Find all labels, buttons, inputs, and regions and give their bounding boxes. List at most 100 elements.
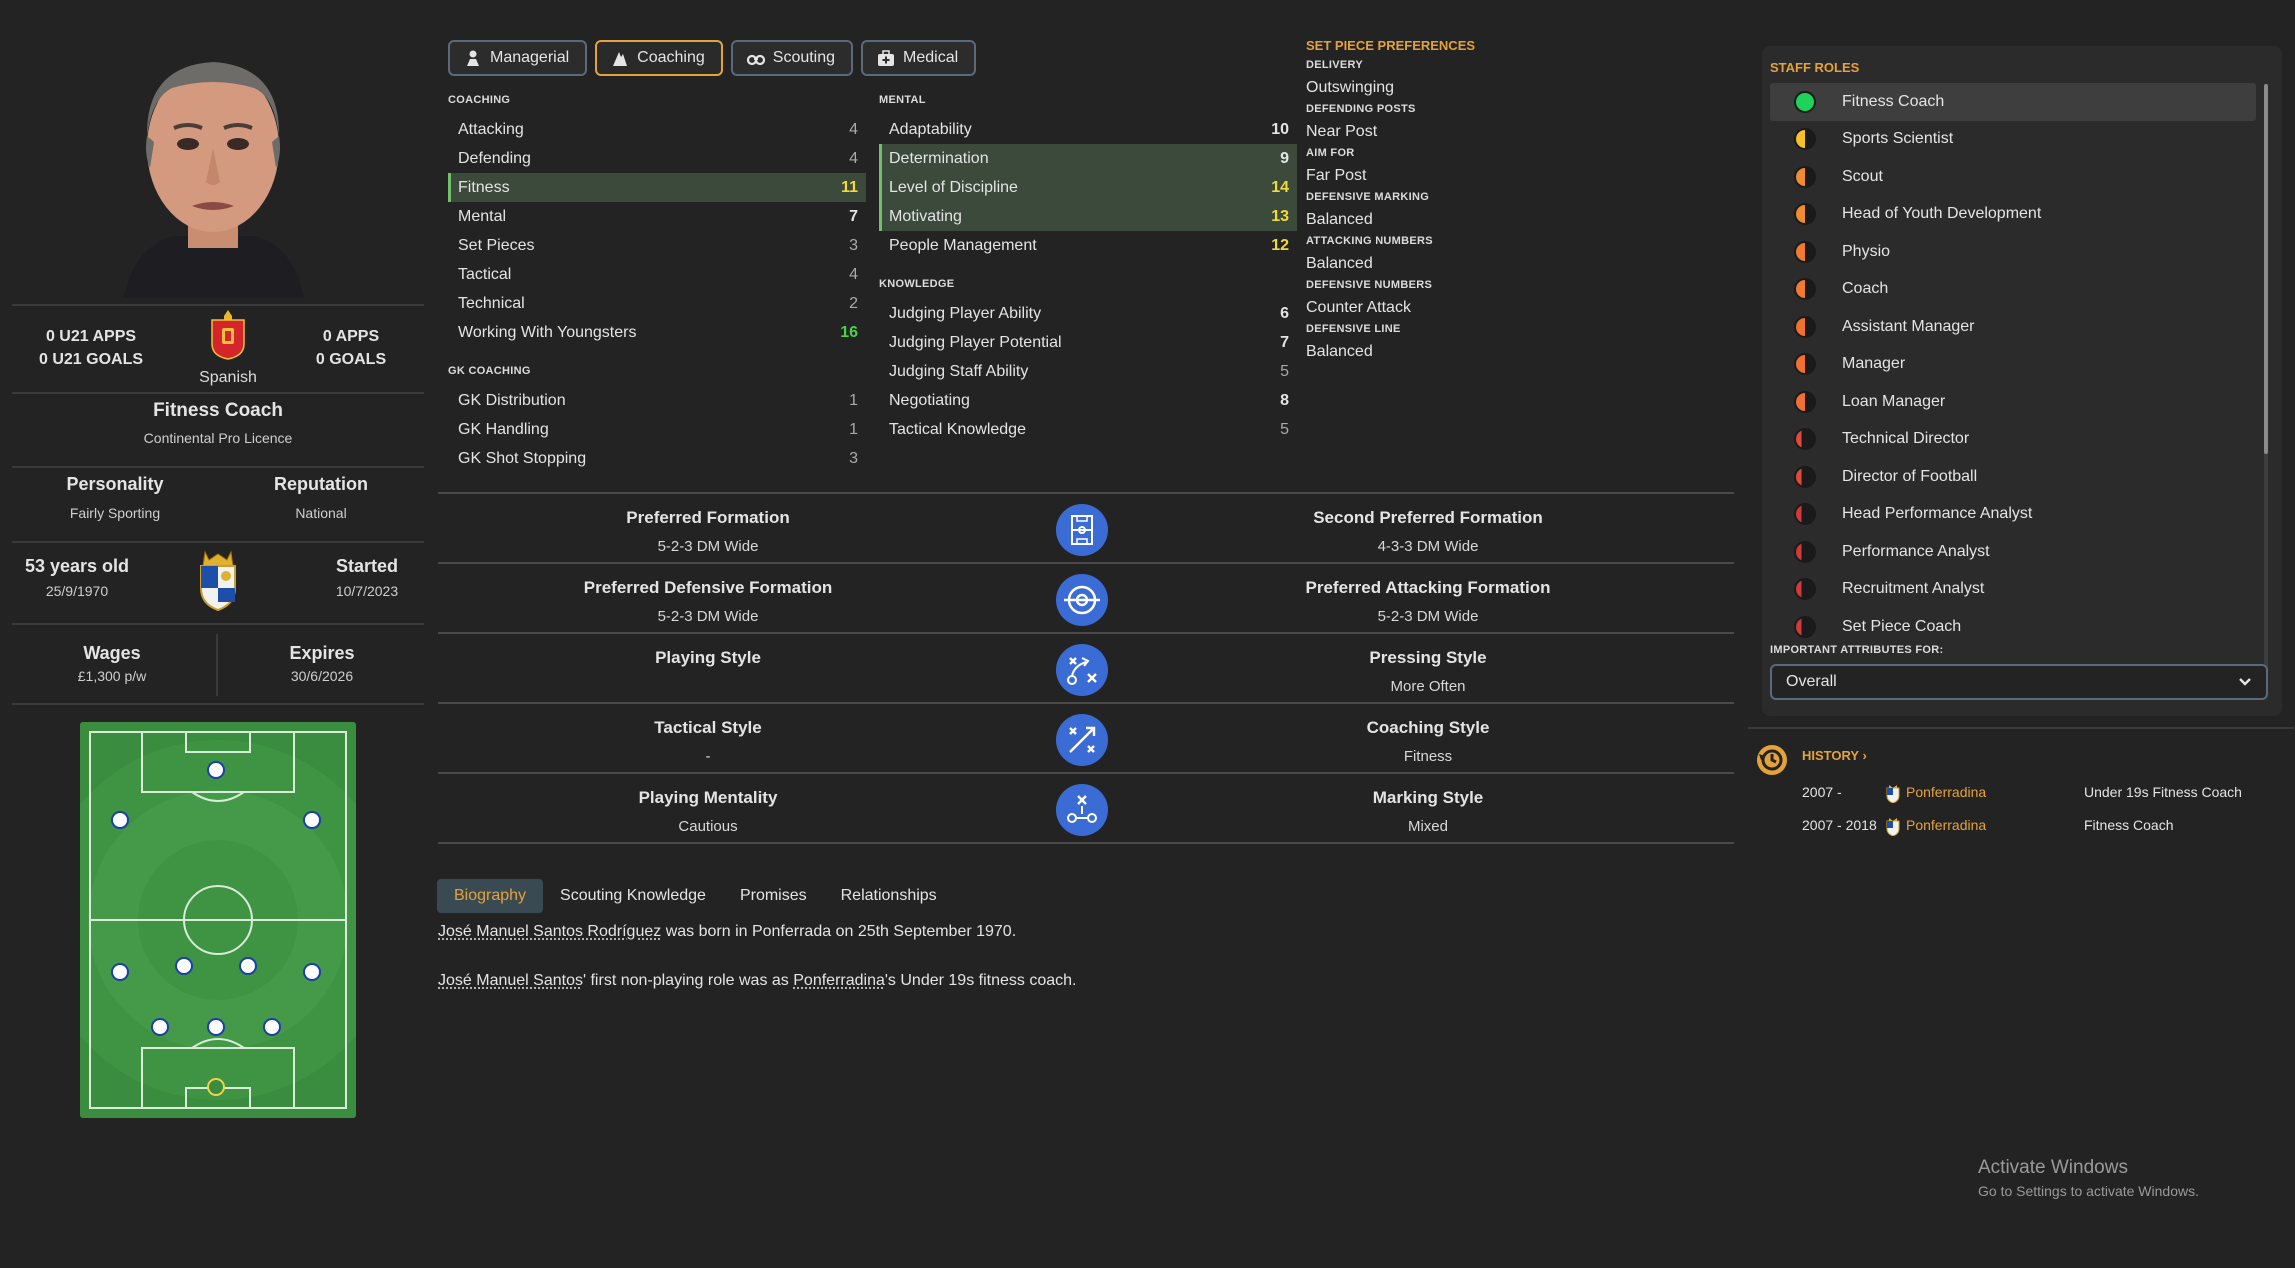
staff-name-link[interactable]: José Manuel Santos <box>438 972 583 989</box>
club-crest-icon <box>1886 818 1900 839</box>
divider <box>1748 727 2294 729</box>
history-link[interactable]: HISTORY › <box>1802 748 1867 763</box>
club-link[interactable]: Ponferradina <box>1906 817 1986 833</box>
attribute-name: Adaptability <box>889 120 972 138</box>
set-piece-key: DEFENDING POSTS <box>1306 103 1416 115</box>
attribute-row[interactable]: Negotiating 8 <box>879 386 1297 415</box>
attribute-row[interactable]: GK Handling 1 <box>448 415 866 444</box>
tactical-left: Playing Style <box>438 648 978 678</box>
attribute-row[interactable]: Level of Discipline 14 <box>879 173 1297 202</box>
attribute-row[interactable]: Set Pieces 3 <box>448 231 866 260</box>
staff-role-item[interactable]: Sports Scientist <box>1770 121 2256 159</box>
attribute-name: Level of Discipline <box>889 178 1018 196</box>
roles-scrollbar[interactable] <box>2264 84 2268 676</box>
attribute-row[interactable]: Adaptability 10 <box>879 115 1297 144</box>
tab-managerial[interactable]: Managerial <box>448 40 588 76</box>
attribute-row[interactable]: Determination 9 <box>879 144 1297 173</box>
tactical-label: Tactical Style <box>654 718 762 737</box>
staff-role-item[interactable]: Director of Football <box>1770 458 2256 496</box>
formation-pitch[interactable] <box>80 722 356 1118</box>
role-suitability-icon <box>1794 503 1816 526</box>
attribute-row[interactable]: People Management 12 <box>879 231 1297 260</box>
staff-role-item[interactable]: Physio <box>1770 233 2256 271</box>
expires-label: Expires <box>289 643 355 663</box>
role-name: Performance Analyst <box>1842 542 1990 560</box>
staff-role-item[interactable]: Set Piece Coach <box>1770 608 2256 643</box>
attribute-row[interactable]: Attacking 4 <box>448 115 866 144</box>
attribute-name: Negotiating <box>889 391 970 409</box>
staff-name-link[interactable]: José Manuel Santos Rodríguez <box>438 923 661 940</box>
attribute-name: Judging Player Ability <box>889 304 1042 322</box>
role-name: Sports Scientist <box>1842 130 1954 148</box>
role-name: Technical Director <box>1842 430 1970 448</box>
staff-role-item[interactable]: Loan Manager <box>1770 383 2256 421</box>
set-piece-key: ATTACKING NUMBERS <box>1306 235 1433 247</box>
role-name: Set Piece Coach <box>1842 617 1962 635</box>
staff-role-item[interactable]: Scout <box>1770 158 2256 196</box>
attribute-row[interactable]: Judging Staff Ability 5 <box>879 357 1297 386</box>
staff-role-item[interactable]: Assistant Manager <box>1770 308 2256 346</box>
important-attributes-select[interactable]: Overall <box>1770 664 2268 700</box>
attribute-row[interactable]: Defending 4 <box>448 144 866 173</box>
tactical-label: Marking Style <box>1372 788 1484 807</box>
role-suitability-icon <box>1794 240 1816 263</box>
staff-role-item[interactable]: Manager <box>1770 346 2256 384</box>
club-link[interactable]: Ponferradina <box>793 972 885 989</box>
scrollbar-thumb[interactable] <box>2264 84 2268 454</box>
staff-role-item[interactable]: Fitness Coach <box>1770 83 2256 121</box>
club-crest-icon[interactable] <box>195 548 241 612</box>
wages: Wages £1,300 p/w <box>12 643 212 684</box>
tab-relationships[interactable]: Relationships <box>824 879 954 913</box>
club-link[interactable]: Ponferradina <box>1906 784 1986 800</box>
staff-role-item[interactable]: Coach <box>1770 271 2256 309</box>
nationality[interactable]: Spanish <box>198 308 258 387</box>
attribute-row[interactable]: Working With Youngsters 16 <box>448 318 866 347</box>
knowledge-heading: KNOWLEDGE <box>879 278 955 290</box>
attribute-row[interactable]: GK Shot Stopping 3 <box>448 444 866 473</box>
nationality-label: Spanish <box>199 369 257 386</box>
attribute-name: Determination <box>889 149 989 167</box>
attribute-row[interactable]: Judging Player Ability 6 <box>879 299 1297 328</box>
personality-value: Fairly Sporting <box>69 505 161 521</box>
tactical-label: Preferred Attacking Formation <box>1305 578 1551 597</box>
attribute-row[interactable]: Judging Player Potential 7 <box>879 328 1297 357</box>
attribute-row[interactable]: Tactical Knowledge 5 <box>879 415 1297 444</box>
staff-role-item[interactable]: Recruitment Analyst <box>1770 571 2256 609</box>
staff-role-item[interactable]: Head of Youth Development <box>1770 196 2256 234</box>
staff-role-item[interactable]: Head Performance Analyst <box>1770 496 2256 534</box>
tab-biography[interactable]: Biography <box>437 879 544 913</box>
attribute-name: Attacking <box>458 120 524 138</box>
tactical-right: Marking Style Mixed <box>1158 788 1698 835</box>
set-piece-key: DELIVERY <box>1306 59 1364 71</box>
tactical-label: Playing Style <box>655 648 761 667</box>
staff-role-item[interactable]: Technical Director <box>1770 421 2256 459</box>
attribute-row[interactable]: Motivating 13 <box>879 202 1297 231</box>
mentality-icon <box>1056 784 1108 836</box>
attribute-name: Fitness <box>458 178 510 196</box>
attribute-value: 7 <box>849 207 858 225</box>
staff-role-item[interactable]: Performance Analyst <box>1770 533 2256 571</box>
tab-scouting-knowledge[interactable]: Scouting Knowledge <box>543 879 723 913</box>
attribute-name: Defending <box>458 149 531 167</box>
set-piece-value: Outswinging <box>1306 79 1395 96</box>
role-name: Physio <box>1842 242 1891 260</box>
club-crest-icon <box>1886 785 1900 806</box>
history-role: Fitness Coach <box>2084 817 2174 833</box>
attribute-row[interactable]: Fitness 11 <box>448 173 866 202</box>
tab-scouting[interactable]: Scouting <box>730 40 854 76</box>
tab-medical[interactable]: Medical <box>861 40 977 76</box>
tab-promises[interactable]: Promises <box>723 879 824 913</box>
set-piece-value: Near Post <box>1306 123 1378 140</box>
role-name: Assistant Manager <box>1842 317 1975 335</box>
attribute-row[interactable]: Technical 2 <box>448 289 866 318</box>
attribute-row[interactable]: Mental 7 <box>448 202 866 231</box>
attribute-value: 5 <box>1280 420 1289 438</box>
medkit-icon <box>878 50 895 66</box>
wages-value: £1,300 p/w <box>77 668 147 684</box>
tactical-value: More Often <box>1390 678 1466 695</box>
attribute-row[interactable]: GK Distribution 1 <box>448 386 866 415</box>
attribute-row[interactable]: Tactical 4 <box>448 260 866 289</box>
role-suitability-icon <box>1794 353 1816 376</box>
role-suitability-icon <box>1794 90 1816 113</box>
tab-coaching[interactable]: Coaching <box>595 40 723 76</box>
